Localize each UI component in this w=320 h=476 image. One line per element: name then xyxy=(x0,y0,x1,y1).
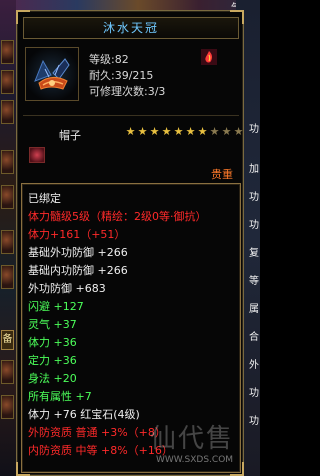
star-icon: ★ xyxy=(185,125,196,138)
attribute-line: 灵气 +37 xyxy=(28,318,77,331)
background-stat-label: 等 xyxy=(249,276,259,287)
skill-slot-icon[interactable] xyxy=(1,395,14,419)
attribute-line: 体力+161（+51） xyxy=(28,228,126,241)
attribute-line: 基础内功防御 +266 xyxy=(28,264,128,277)
background-stat-label: 功 xyxy=(249,192,259,203)
item-tooltip: 沐水天冠 等级:82 耐久:39/215 可修理次数:3/3 帽子 ★ ★ ★ ★ ★ ★… xyxy=(16,10,244,476)
star-icon: ★ xyxy=(125,125,136,138)
attribute-line: 身法 +20 xyxy=(28,372,77,385)
background-stat-label: 加 xyxy=(249,164,259,175)
attribute-line: 体力 +36 xyxy=(28,336,77,349)
star-icon: ★ xyxy=(161,125,172,138)
skill-slot-icon[interactable] xyxy=(1,100,14,124)
equipment-tab[interactable]: 备 xyxy=(1,330,14,350)
watermark-brand: 仙代售 xyxy=(150,424,235,454)
skill-slot-icon[interactable] xyxy=(1,70,14,94)
skill-slot-icon[interactable] xyxy=(1,360,14,384)
attribute-line: 基础外功防御 +266 xyxy=(28,246,128,259)
item-durability: 耐久:39/215 xyxy=(89,69,154,82)
left-skill-bar: 备 xyxy=(0,0,16,476)
star-icon: ★ xyxy=(173,125,184,138)
background-stat-label: 外 xyxy=(249,360,259,371)
skill-slot-icon[interactable] xyxy=(1,150,14,174)
item-category: 帽子 xyxy=(59,129,81,142)
item-quality: 贵重 xyxy=(211,168,233,181)
star-rating: ★ ★ ★ ★ ★ ★ ★ ★ ★ ★ xyxy=(125,126,244,137)
attribute-line: 定力 +36 xyxy=(28,354,77,367)
background-stat-label: 属 xyxy=(249,304,259,315)
skill-slot-icon[interactable] xyxy=(1,185,14,209)
divider xyxy=(23,115,239,116)
star-icon: ★ xyxy=(221,125,232,138)
item-repair-count: 可修理次数:3/3 xyxy=(89,85,166,98)
skill-slot-icon[interactable] xyxy=(1,265,14,289)
attribute-line: 外功防御 +683 xyxy=(28,282,106,295)
helmet-icon xyxy=(34,58,70,90)
item-level: 等级:82 xyxy=(89,53,129,66)
star-icon: ★ xyxy=(137,125,148,138)
attribute-line: 已绑定 xyxy=(28,192,61,205)
background-stat-label: 功 xyxy=(249,124,259,135)
item-title-bar: 沐水天冠 xyxy=(23,17,239,39)
attribute-line: 所有属性 +7 xyxy=(28,390,92,403)
background-stat-label: 合 xyxy=(249,332,259,343)
skill-slot-icon[interactable] xyxy=(1,230,14,254)
background-stat-label: 功 xyxy=(249,220,259,231)
fire-gem-icon xyxy=(201,49,217,65)
attribute-line: 体力髓级5级（精绘：2级0等·御抗） xyxy=(28,210,207,223)
attribute-line: 闪避 +127 xyxy=(28,300,84,313)
background-stat-label: 复 xyxy=(249,248,259,259)
watermark-url: WWW.SXDS.COM xyxy=(156,455,234,465)
star-icon: ★ xyxy=(149,125,160,138)
item-name: 沐水天冠 xyxy=(102,21,159,35)
star-icon: ★ xyxy=(209,125,220,138)
background-stat-label: 功 xyxy=(249,388,259,399)
background-stat-label: 功 xyxy=(249,416,259,427)
star-icon: ★ xyxy=(197,125,208,138)
socket-gem-icon xyxy=(29,147,45,163)
item-icon xyxy=(25,47,79,101)
skill-slot-icon[interactable] xyxy=(1,40,14,64)
star-icon: ★ xyxy=(233,125,244,138)
